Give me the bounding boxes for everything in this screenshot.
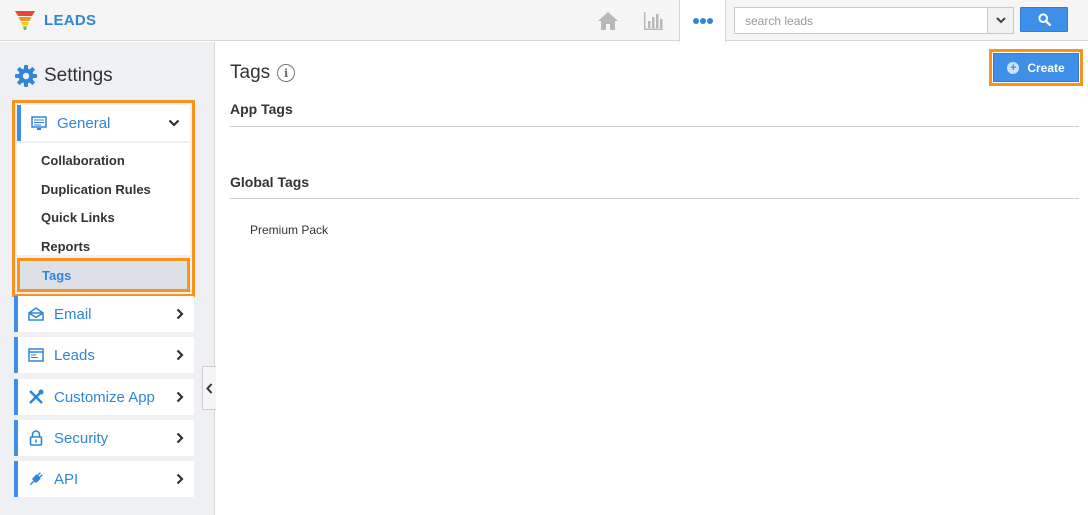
chevron-right-icon (176, 337, 184, 373)
sidebar-item-customize-app[interactable]: Customize App (14, 379, 194, 415)
sidebar-item-label: General (57, 114, 111, 132)
main-content: Tags i + Create App Tags Global Tags Pre… (216, 42, 1088, 515)
home-icon[interactable] (593, 0, 623, 41)
submenu-item-reports[interactable]: Reports (41, 239, 90, 254)
general-submenu: Collaboration Duplication Rules Quick Li… (17, 143, 190, 255)
tag-item[interactable]: Premium Pack (250, 223, 328, 237)
settings-header: Settings (14, 64, 113, 88)
sidebar-item-security[interactable]: Security (14, 420, 194, 456)
chevron-right-icon (176, 296, 184, 332)
chart-icon[interactable] (638, 0, 668, 41)
sidebar-item-label: Email (54, 305, 92, 323)
app-tags-heading: App Tags (230, 101, 293, 117)
envelope-icon (28, 306, 44, 322)
search-box (734, 7, 1014, 34)
create-button-label: Create (1027, 60, 1065, 75)
search-icon (1037, 13, 1051, 26)
app-name: LEADS (44, 11, 97, 29)
global-tags-heading: Global Tags (230, 174, 310, 190)
chevron-right-icon (176, 461, 184, 497)
search-button[interactable] (1020, 7, 1068, 32)
sidebar-item-label: Security (54, 429, 109, 447)
sidebar-collapse-handle[interactable] (202, 366, 216, 410)
sidebar-item-label: Customize App (54, 388, 155, 406)
funnel-logo-icon (15, 11, 35, 30)
settings-title: Settings (44, 65, 113, 86)
top-bar: LEADS (0, 0, 1088, 42)
submenu-item-collaboration[interactable]: Collaboration (41, 153, 125, 168)
chevron-down-icon (995, 17, 1006, 24)
sidebar-item-general[interactable]: General (17, 105, 190, 141)
plug-icon (28, 471, 44, 487)
submenu-item-duplication-rules[interactable]: Duplication Rules (41, 182, 151, 197)
chevron-right-icon (176, 420, 184, 456)
info-icon[interactable]: i (277, 64, 296, 82)
sidebar-item-label: Leads (54, 346, 95, 364)
sidebar-item-email[interactable]: Email (14, 296, 194, 332)
gear-icon (15, 65, 37, 87)
plus-circle-icon: + (1007, 61, 1020, 74)
brand[interactable]: LEADS (14, 8, 96, 32)
tools-icon (28, 389, 44, 405)
chevron-down-icon[interactable] (168, 105, 180, 141)
general-section: General Collaboration Duplication Rules … (12, 100, 195, 297)
page-title: Tags (230, 62, 271, 83)
monitor-icon (31, 115, 47, 131)
page-header: Tags i (230, 62, 296, 84)
submenu-item-tags[interactable]: Tags (17, 258, 190, 292)
submenu-item-quick-links[interactable]: Quick Links (41, 210, 115, 225)
divider (230, 198, 1079, 199)
window-icon (28, 347, 44, 363)
sidebar-item-leads[interactable]: Leads (14, 337, 194, 373)
sidebar-item-label: API (54, 470, 79, 488)
settings-sidebar: Settings General Collaboration Duplicati… (0, 42, 215, 515)
search-input[interactable] (735, 8, 987, 33)
search-dropdown-button[interactable] (987, 8, 1013, 33)
sidebar-item-api[interactable]: API (14, 461, 194, 497)
create-button-highlight: + Create (989, 49, 1083, 86)
submenu-item-label: Tags (42, 268, 72, 283)
chevron-right-icon (176, 379, 184, 415)
create-button[interactable]: + Create (993, 53, 1079, 82)
divider (230, 126, 1079, 127)
chevron-left-icon (206, 382, 213, 394)
lock-icon (28, 430, 44, 446)
more-icon[interactable] (679, 0, 726, 42)
